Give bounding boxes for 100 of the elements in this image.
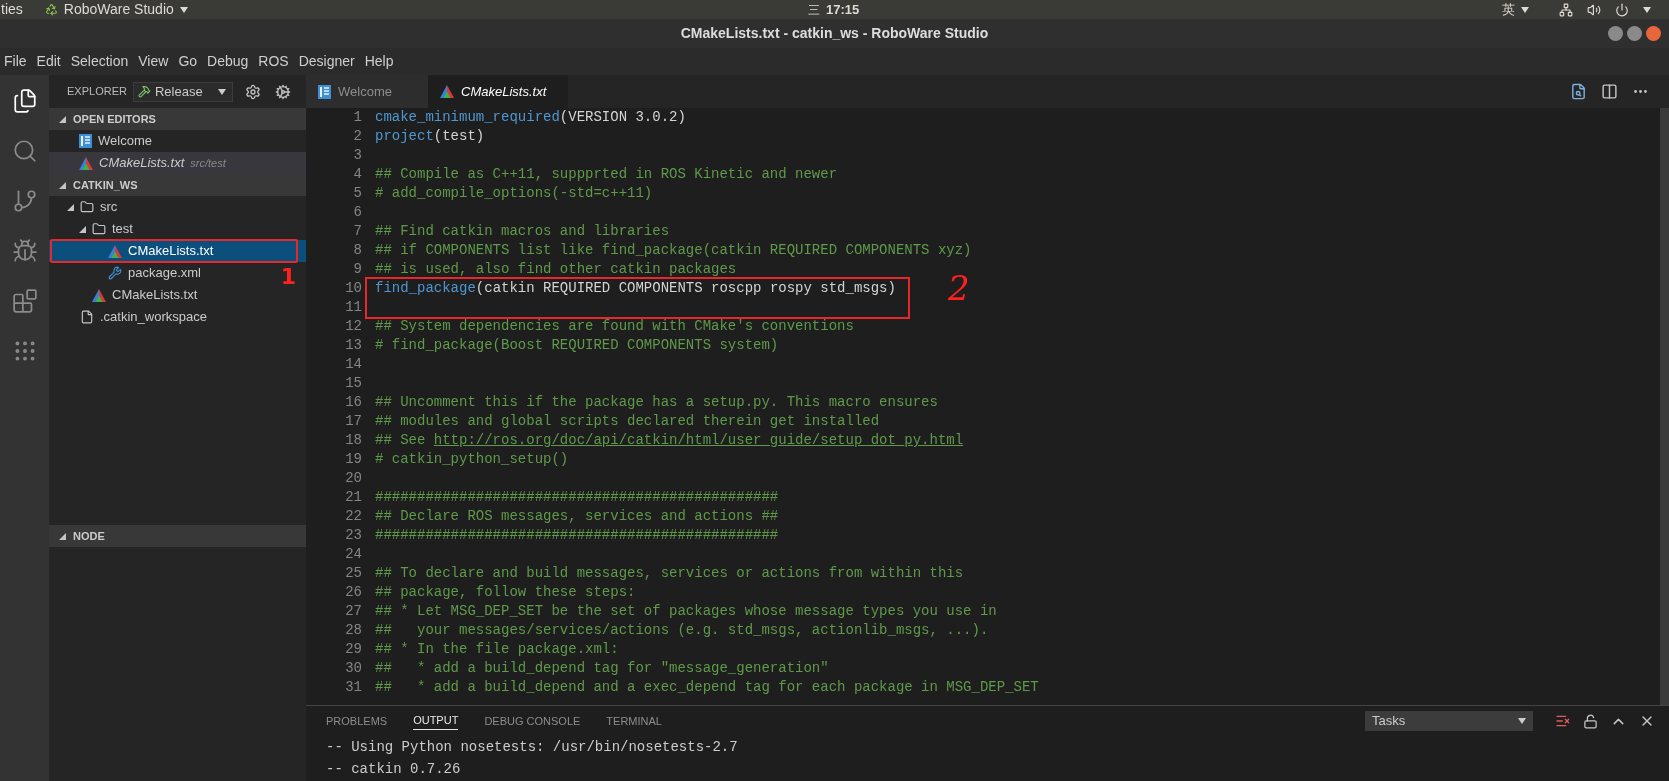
code-line: ## your messages/services/actions (e.g. std_msgs, actionlib_msgs, ...). — [375, 621, 990, 640]
volume-icon[interactable] — [1587, 2, 1601, 17]
code-line: ## Uncomment this if the package has a setup.py. This macro ensures — [375, 393, 939, 412]
menu-item[interactable]: File — [4, 51, 27, 72]
annotation-mark: 2 — [947, 271, 970, 305]
line-number: 17 — [344, 412, 362, 431]
code-line: ## * add a build_depend tag for "message_generation" — [375, 659, 830, 678]
menu-item[interactable]: Help — [364, 51, 394, 72]
document-icon — [79, 134, 92, 148]
panel-tab[interactable]: TERMINAL — [606, 712, 662, 730]
files-icon — [11, 88, 38, 114]
menu-item[interactable]: Designer — [298, 51, 355, 72]
caret-icon — [217, 88, 226, 95]
channel-select[interactable]: Tasks — [1365, 711, 1533, 731]
triangle-icon — [79, 156, 93, 170]
power-icon[interactable] — [1615, 2, 1629, 17]
line-number: 8 — [352, 241, 362, 260]
line-number: 14 — [344, 355, 362, 374]
line-number: 15 — [344, 374, 362, 393]
code-link[interactable]: http://ros.org/doc/api/catkin/html/user_guide/setup_dot_py.html — [433, 432, 964, 448]
line-number: 7 — [352, 222, 362, 241]
tree-item[interactable]: test — [49, 218, 306, 240]
menu-item[interactable]: View — [138, 51, 169, 72]
open-editor-item[interactable]: Welcome — [49, 130, 306, 152]
panel-tab[interactable]: OUTPUT — [413, 712, 459, 730]
close-button[interactable] — [1646, 26, 1661, 41]
line-number: 28 — [344, 621, 362, 640]
code-line: # add_compile_options(-std=c++11) — [375, 184, 654, 203]
menu-item[interactable]: ROS — [258, 51, 289, 72]
caret-icon — [1518, 718, 1526, 724]
expanded-triangle-icon[interactable] — [67, 203, 74, 211]
caret-icon — [1521, 6, 1529, 13]
menu-item[interactable]: Go — [178, 51, 198, 72]
code-line: ## modules and global scripts declared therein get installed — [375, 412, 881, 431]
branch-icon — [11, 188, 38, 214]
code-line: find_package(catkin REQUIRED COMPONENTS roscpp rospy std_msgs) — [375, 279, 896, 298]
split-editor-icon[interactable] — [1601, 83, 1618, 100]
window-title: CMakeLists.txt - catkin_ws - RoboWare Studio — [680, 24, 989, 43]
line-number: 10 — [344, 279, 362, 298]
code-line: ## Declare ROS messages, services and actions ## — [375, 507, 780, 526]
build-select[interactable]: Release — [132, 81, 233, 102]
recycle-icon — [44, 3, 58, 16]
scrollbar[interactable] — [1660, 108, 1669, 705]
line-number: 25 — [344, 564, 362, 583]
expanded-triangle-icon[interactable] — [59, 532, 66, 540]
menu-item[interactable]: Selection — [70, 51, 129, 72]
expanded-triangle-icon[interactable] — [79, 225, 86, 233]
cog-icon[interactable] — [274, 83, 291, 100]
file-search-icon[interactable] — [1570, 83, 1587, 100]
menu-item[interactable]: Edit — [36, 51, 61, 72]
app-menu[interactable]: RoboWare Studio — [44, 0, 188, 20]
network-icon[interactable] — [1559, 2, 1573, 17]
code-line: ## System dependencies are found with CMake's conventions — [375, 317, 855, 336]
file-icon — [80, 310, 94, 324]
code-line: ## * Let MSG_DEP_SET be the set of packages whose message types you use in — [375, 602, 998, 621]
code-line: ## * add a build_depend and a exec_depend tag for each package in MSG_DEP_SET — [375, 678, 1040, 697]
settings-icon[interactable] — [244, 83, 261, 100]
bug-icon — [11, 238, 38, 264]
tree-item[interactable]: CMakeLists.txt — [49, 240, 306, 262]
code-line: ## Compile as C++11, suppprted in ROS Kinetic and newer — [375, 165, 839, 184]
section-header[interactable]: NODE — [49, 525, 306, 547]
section-header[interactable]: OPEN EDITORS — [49, 108, 306, 130]
open-editor-item[interactable]: CMakeLists.txt src/test — [49, 152, 306, 174]
activities-label[interactable]: ties — [0, 0, 23, 20]
caret-icon — [1643, 6, 1651, 13]
line-number: 20 — [344, 469, 362, 488]
line-number: 13 — [344, 336, 362, 355]
unlocked-icon[interactable] — [1583, 713, 1598, 729]
line-number: 19 — [344, 450, 362, 469]
expanded-triangle-icon[interactable] — [59, 115, 66, 123]
line-number: 1 — [352, 108, 362, 127]
line-number: 30 — [344, 659, 362, 678]
line-number: 24 — [344, 545, 362, 564]
input-method[interactable]: 英 — [1502, 0, 1529, 20]
line-number: 21 — [344, 488, 362, 507]
menu-item[interactable]: Debug — [207, 51, 249, 72]
line-number: 3 — [352, 146, 362, 165]
panel-tab[interactable]: DEBUG CONSOLE — [484, 712, 581, 730]
code-line: project(test) — [375, 127, 486, 146]
output-line: -- Using Python nosetests: /usr/bin/nosetests-2.7 — [326, 738, 739, 757]
tree-item[interactable]: src — [49, 196, 306, 218]
section-header[interactable]: CATKIN_WS — [49, 174, 306, 196]
editor-tab[interactable]: Welcome — [306, 75, 428, 108]
line-number: 11 — [344, 298, 362, 317]
maximize-button[interactable] — [1627, 26, 1642, 41]
code-line: ## * In the file package.xml: — [375, 640, 620, 659]
panel-tab[interactable]: PROBLEMS — [326, 712, 388, 730]
tree-item[interactable]: .catkin_workspace — [49, 306, 306, 328]
line-number: 18 — [344, 431, 362, 450]
minimize-button[interactable] — [1608, 26, 1623, 41]
line-number: 22 — [344, 507, 362, 526]
line-number: 29 — [344, 640, 362, 659]
line-number: 12 — [344, 317, 362, 336]
expanded-triangle-icon[interactable] — [59, 181, 66, 189]
code-line: ## package, follow these steps: — [375, 583, 637, 602]
editor-tab[interactable]: CMakeLists.txt — [428, 75, 568, 108]
line-number: 6 — [352, 203, 362, 222]
menu-glyph[interactable]: 三 — [808, 0, 820, 19]
clock[interactable]: 17:15 — [826, 0, 860, 20]
clear-output-icon[interactable] — [1555, 713, 1571, 729]
